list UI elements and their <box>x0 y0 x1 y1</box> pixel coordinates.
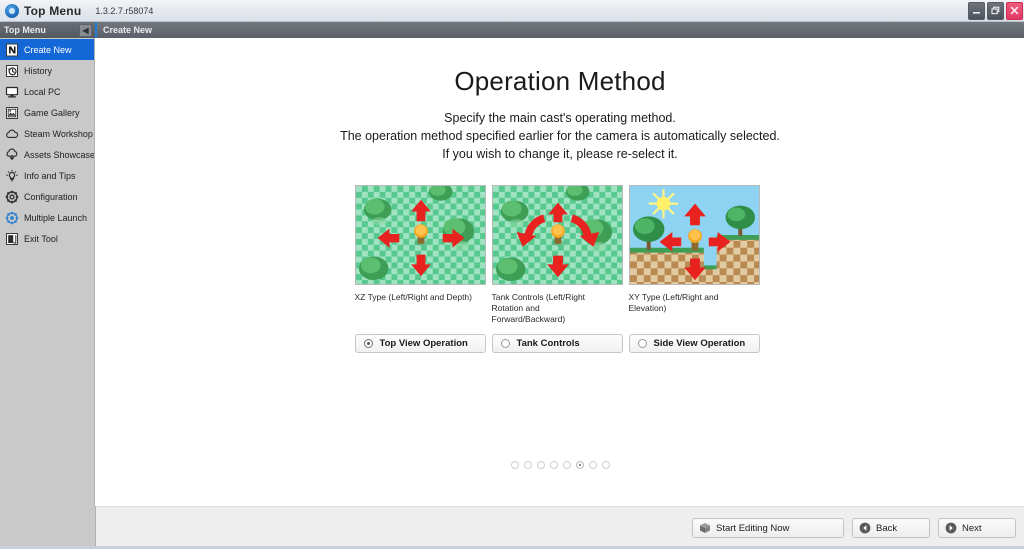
side-view-platformer-preview[interactable] <box>628 185 760 285</box>
application-window: Top Menu 1.3.2.7.r58074 Top Menu ◀ Creat… <box>0 0 1024 549</box>
preview-caption: Tank Controls (Left/Right Rotation and F… <box>491 292 586 324</box>
radio-column-2: Tank Controls <box>491 334 629 353</box>
sidebar-item-label: Local PC <box>24 86 61 97</box>
radio-column-3: Side View Operation <box>628 334 766 353</box>
operation-previews: XZ Type (Left/Right and Depth) Tank Cont… <box>96 185 1024 325</box>
radio-top-view-operation[interactable]: Top View Operation <box>354 334 486 353</box>
next-label: Next <box>962 522 982 534</box>
multi-launch-icon <box>4 210 19 225</box>
restore-button[interactable] <box>987 1 1004 20</box>
tab-create-new[interactable]: Create New <box>97 25 152 35</box>
sidebar-item-steam-workshop[interactable]: Steam Workshop <box>0 123 94 144</box>
wizard-pager <box>96 461 1024 469</box>
sidebar-item-game-gallery[interactable]: Game Gallery <box>0 102 94 123</box>
sidebar: Create New History Local PC Game Gallery… <box>0 38 95 506</box>
pager-dot[interactable] <box>510 461 519 469</box>
sidebar-item-label: History <box>24 65 53 76</box>
radio-indicator-icon <box>500 339 510 348</box>
sidebar-item-label: Assets Showcase <box>24 149 94 160</box>
menu-strip: Top Menu ◀ Create New <box>0 22 1024 38</box>
sidebar-item-label: Exit Tool <box>24 233 58 244</box>
description-line-2: The operation method specified earlier f… <box>340 129 780 143</box>
assets-download-icon <box>4 147 19 162</box>
tab-bar: Create New <box>95 22 1024 38</box>
pager-dot[interactable] <box>588 461 597 469</box>
radio-label: Top View Operation <box>379 338 468 349</box>
arrow-right-circle-icon <box>945 522 957 534</box>
sidebar-item-configuration[interactable]: Configuration <box>0 186 94 207</box>
sidebar-header: Top Menu ◀ <box>0 22 95 38</box>
radio-label: Tank Controls <box>516 338 580 349</box>
arrow-left-circle-icon <box>859 522 871 534</box>
operation-method-radio-group: Top View Operation Tank Controls Side Vi… <box>96 334 1024 353</box>
radio-tank-controls[interactable]: Tank Controls <box>491 334 623 353</box>
footer-sidebar-filler <box>0 506 96 549</box>
close-button[interactable] <box>1006 1 1023 20</box>
pager-dot[interactable] <box>562 461 571 469</box>
sidebar-item-assets-showcase[interactable]: Assets Showcase <box>0 144 94 165</box>
chevron-left-icon[interactable]: ◀ <box>79 24 92 37</box>
sidebar-item-local-pc[interactable]: Local PC <box>0 81 94 102</box>
sidebar-header-label: Top Menu <box>4 25 46 35</box>
top-view-checkerboard-preview[interactable] <box>354 185 486 285</box>
monitor-icon <box>4 84 19 99</box>
sidebar-item-label: Game Gallery <box>24 107 80 118</box>
pager-dot[interactable] <box>523 461 532 469</box>
back-label: Back <box>876 522 898 534</box>
page-title: Operation Method <box>454 66 666 96</box>
radio-indicator-icon <box>637 339 647 348</box>
sidebar-item-label: Info and Tips <box>24 170 76 181</box>
start-editing-now-button[interactable]: Start Editing Now <box>692 518 844 538</box>
back-button[interactable]: Back <box>852 518 930 538</box>
sidebar-item-label: Configuration <box>24 191 78 202</box>
sidebar-item-info-and-tips[interactable]: Info and Tips <box>0 165 94 186</box>
pager-dot[interactable] <box>536 461 545 469</box>
radio-indicator-icon <box>363 339 373 348</box>
new-document-icon <box>4 42 19 57</box>
radio-column-1: Top View Operation <box>354 334 492 353</box>
lightbulb-icon <box>4 168 19 183</box>
sidebar-item-exit-tool[interactable]: Exit Tool <box>0 228 94 249</box>
gallery-image-icon <box>4 105 19 120</box>
cloud-icon <box>4 126 19 141</box>
start-editing-now-label: Start Editing Now <box>716 522 790 534</box>
radio-side-view-operation[interactable]: Side View Operation <box>628 334 760 353</box>
sidebar-item-create-new[interactable]: Create New <box>0 39 94 60</box>
next-button[interactable]: Next <box>938 518 1016 538</box>
version-label: 1.3.2.7.r58074 <box>95 5 154 16</box>
preview-caption: XY Type (Left/Right and Elevation) <box>628 292 719 313</box>
sidebar-item-multiple-launch[interactable]: Multiple Launch <box>0 207 94 228</box>
option-column-xz: XZ Type (Left/Right and Depth) <box>354 185 492 325</box>
sidebar-item-label: Create New <box>24 44 72 55</box>
sidebar-item-label: Multiple Launch <box>24 212 88 223</box>
minimize-button[interactable] <box>968 1 985 20</box>
description-line-1: Specify the main cast's operating method… <box>444 111 676 125</box>
cube-icon <box>699 522 711 534</box>
description-line-3: If you wish to change it, please re-sele… <box>442 147 678 161</box>
exit-door-icon <box>4 231 19 246</box>
page-description: Specify the main cast's operating method… <box>96 109 1024 163</box>
footer-toolbar: Start Editing Now Back Next <box>96 506 1024 549</box>
preview-caption: XZ Type (Left/Right and Depth) <box>354 292 473 302</box>
window-controls <box>966 0 1023 22</box>
app-globe-icon <box>5 3 19 18</box>
pager-dot[interactable] <box>601 461 610 469</box>
content-panel: Operation Method Specify the main cast's… <box>96 38 1024 506</box>
pager-dot[interactable] <box>549 461 558 469</box>
option-column-xy: XY Type (Left/Right and Elevation) <box>628 185 766 325</box>
sidebar-item-label: Steam Workshop <box>24 128 93 139</box>
history-clock-icon <box>4 63 19 78</box>
gear-icon <box>4 189 19 204</box>
pager-dot-active[interactable] <box>575 461 584 469</box>
window-title: Top Menu <box>24 3 82 18</box>
option-column-tank: Tank Controls (Left/Right Rotation and F… <box>491 185 629 325</box>
tank-controls-checkerboard-preview[interactable] <box>491 185 623 285</box>
sidebar-item-history[interactable]: History <box>0 60 94 81</box>
radio-label: Side View Operation <box>653 338 746 349</box>
title-bar: Top Menu 1.3.2.7.r58074 <box>0 0 1024 22</box>
